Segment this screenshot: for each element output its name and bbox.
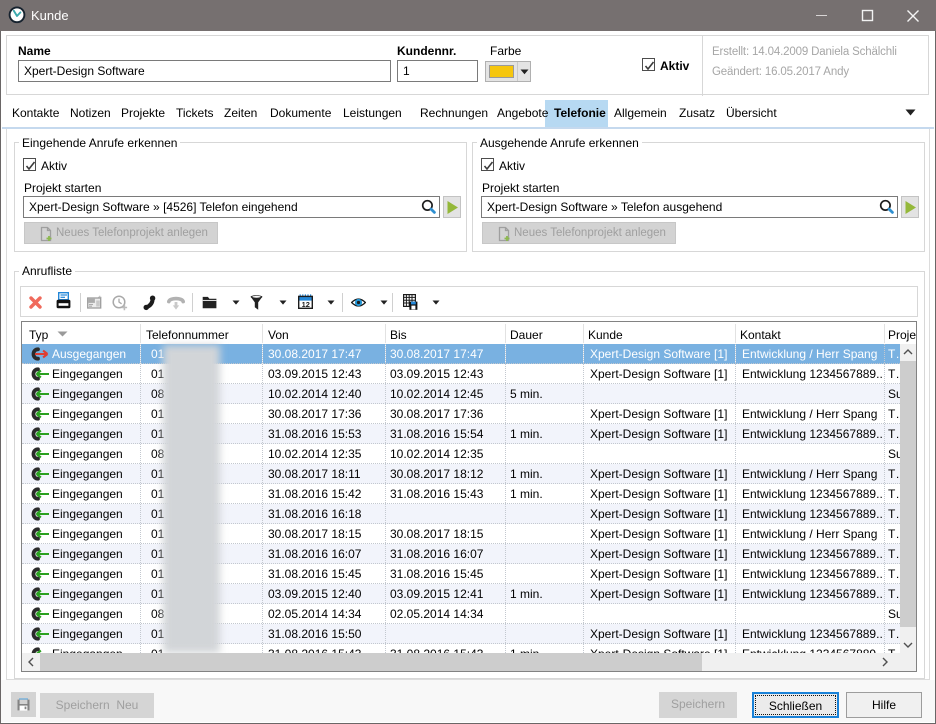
svg-text:12: 12 — [302, 300, 310, 309]
